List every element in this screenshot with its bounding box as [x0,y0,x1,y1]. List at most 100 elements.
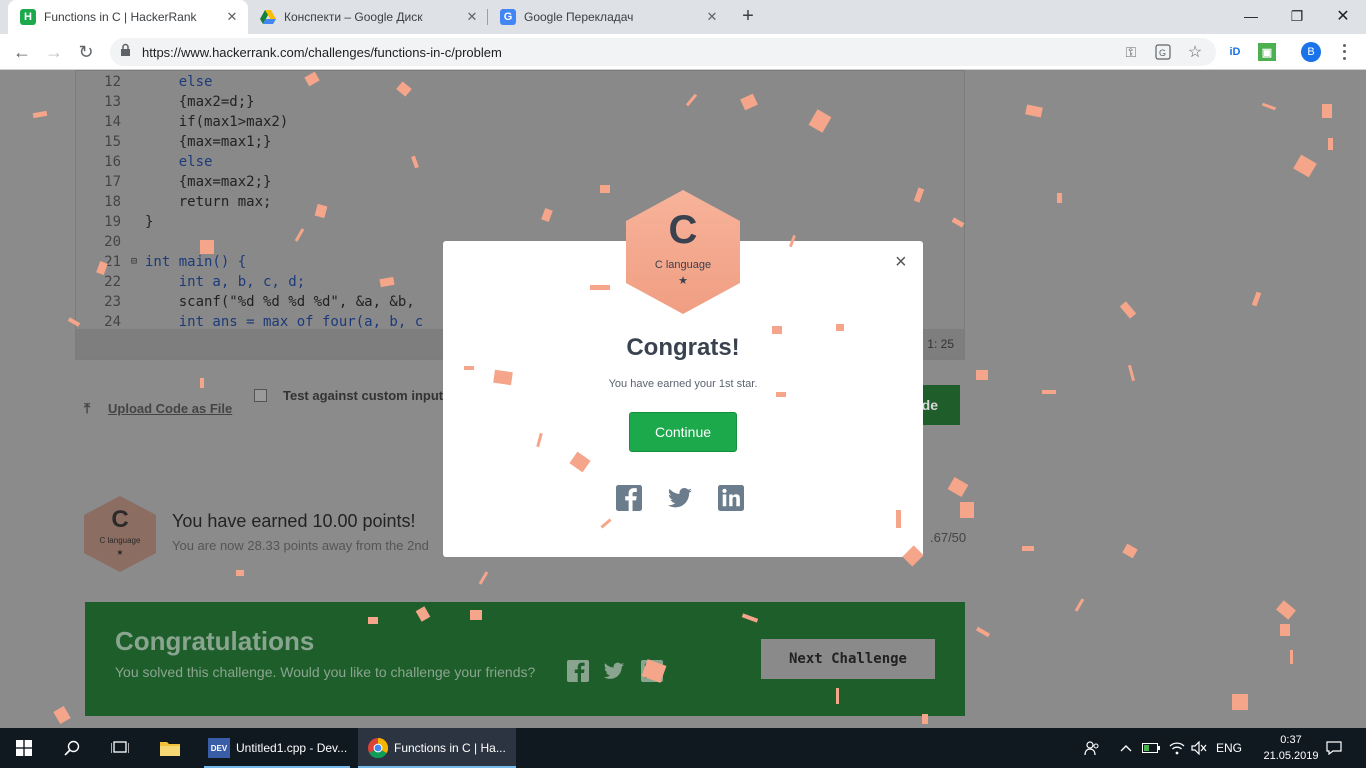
code-text: return max; [145,194,272,210]
translate-icon[interactable]: G [1154,44,1172,60]
code-line: 12 else [76,72,423,92]
points-away-text: You are now 28.33 points away from the 2… [172,538,429,553]
google-translate-icon: G [500,9,516,25]
reload-button[interactable]: ↻ [74,40,98,64]
code-text: } [145,214,154,230]
google-drive-icon [260,9,276,25]
next-challenge-button[interactable]: Next Challenge [761,639,935,679]
code-text: int a, b, c, d; [145,274,306,290]
twitter-share-icon[interactable] [667,485,693,511]
code-line: 19} [76,212,423,232]
confetti-piece [1290,650,1293,664]
confetti-piece [590,285,610,290]
new-tab-button[interactable]: + [738,6,758,26]
confetti-piece [1280,624,1290,636]
browser-toolbar: ← → ↻ https://www.hackerrank.com/challen… [0,34,1366,70]
confetti-piece [600,185,610,193]
linkedin-share-icon[interactable] [718,485,744,511]
notifications-icon[interactable] [1322,728,1346,768]
extension-id-icon[interactable]: iD [1226,43,1244,61]
lock-icon [120,43,134,61]
confetti-piece [464,366,474,370]
upload-code-link[interactable]: ⤒ Upload Code as File [84,400,232,417]
custom-input-toggle[interactable]: Test against custom input [254,388,443,403]
tab-close-icon[interactable]: ✕ [224,9,240,25]
taskbar-app-chrome[interactable]: Functions in C | Ha... [358,728,516,768]
twitter-icon[interactable] [603,660,625,682]
continue-button[interactable]: Continue [629,412,737,452]
badge-letter: C [668,208,698,252]
taskbar-app-devcpp[interactable]: DEV Untitled1.cpp - Dev... [200,728,354,768]
earned-badge: C C language ★ [84,496,156,572]
confetti-piece [976,370,988,380]
badge-language: C language [99,536,141,545]
windows-taskbar: DEV Untitled1.cpp - Dev... Functions in … [0,728,1366,768]
code-text: {max=max2;} [145,174,272,190]
chevron-up-icon[interactable] [1116,728,1136,768]
code-line: 21 ⊟ int main() { [76,252,423,272]
tab-google-translate[interactable]: G Google Перекладач ✕ [488,0,728,34]
code-line: 20 [76,232,423,252]
code-line: 16 else [76,152,423,172]
minimize-button[interactable]: — [1228,0,1274,32]
battery-icon[interactable] [1140,728,1162,768]
confetti-piece [896,510,901,528]
line-number: 12 [104,74,121,90]
address-bar[interactable]: https://www.hackerrank.com/challenges/fu… [110,38,1216,66]
search-icon[interactable] [48,728,96,768]
confetti-piece [1232,694,1248,710]
custom-input-checkbox[interactable] [254,389,267,402]
tab-google-drive[interactable]: Конспекти – Google Диск ✕ [248,0,488,34]
tab-close-icon[interactable]: ✕ [464,9,480,25]
code-text: {max=max1;} [145,134,272,150]
line-number: 13 [104,94,121,110]
confetti-piece [1057,193,1062,203]
clock-date: 21.05.2019 [1263,750,1319,762]
language-indicator[interactable]: ENG [1212,728,1246,768]
facebook-icon[interactable] [567,660,589,682]
confetti-piece [493,369,513,386]
code-line: 17 {max=max2;} [76,172,423,192]
close-window-button[interactable]: ✕ [1320,0,1366,32]
forward-button[interactable]: → [42,40,66,64]
c-language-badge: C C language ★ [626,190,740,314]
fold-toggle-icon[interactable]: ⊟ [131,252,145,272]
back-button[interactable]: ← [10,40,34,64]
browser-menu-icon[interactable] [1336,42,1352,62]
profile-avatar[interactable]: B [1301,42,1321,62]
confetti-piece [200,240,214,254]
bookmark-star-icon[interactable]: ☆ [1186,44,1204,61]
badge-language: C language [654,259,712,271]
confetti-piece [836,324,844,331]
badge-letter: C [111,506,129,533]
line-number: 23 [104,294,121,310]
extension-green-icon[interactable]: ▣ [1258,43,1276,61]
people-icon[interactable] [1080,728,1104,768]
taskbar-app-title: Functions in C | Ha... [394,741,506,755]
modal-message: You have earned your 1st star. [608,378,758,390]
file-explorer-icon[interactable] [146,728,194,768]
custom-input-label: Test against custom input [283,388,444,403]
confetti-piece [236,570,244,576]
line-number: 16 [104,154,121,170]
key-icon[interactable]: ⚿ [1122,44,1140,60]
code-line: 13 {max2=d;} [76,92,423,112]
points-earned-title: You have earned 10.00 points! [172,511,416,531]
volume-muted-icon[interactable] [1188,728,1210,768]
tab-close-icon[interactable]: ✕ [704,9,720,25]
code-line: 22 int a, b, c, d; [76,272,423,292]
url-text: https://www.hackerrank.com/challenges/fu… [142,44,502,60]
tab-hackerrank[interactable]: H Functions in C | HackerRank ✕ [8,0,248,34]
system-clock[interactable]: 0:37 21.05.2019 [1263,732,1319,764]
wifi-icon[interactable] [1166,728,1188,768]
confetti-piece [1042,390,1056,394]
restore-button[interactable]: ❐ [1274,0,1320,32]
modal-close-icon[interactable]: × [895,251,907,274]
tab-title: Functions in C | HackerRank [44,10,197,24]
line-number: 19 [104,214,121,230]
tab-title: Google Перекладач [524,10,634,24]
task-view-icon[interactable] [96,728,144,768]
facebook-share-icon[interactable] [616,485,642,511]
upload-icon: ⤒ [84,400,91,416]
windows-start-icon[interactable] [0,728,48,768]
